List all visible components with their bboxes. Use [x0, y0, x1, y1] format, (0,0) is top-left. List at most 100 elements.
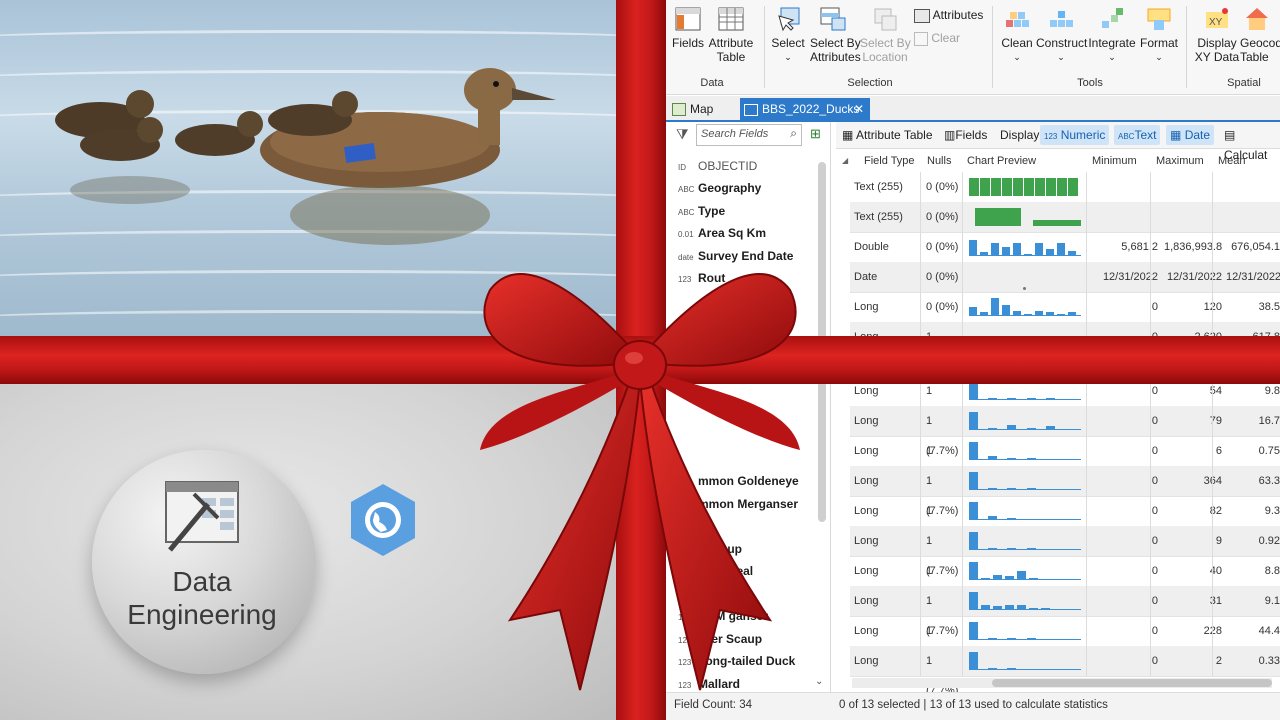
- search-fields-input[interactable]: Search Fields ⌕: [696, 124, 802, 146]
- col-nulls[interactable]: Nulls: [927, 152, 951, 170]
- table-row[interactable]: Long1 (7.7%)060.75: [850, 436, 1280, 487]
- view-tabs: Map BBS_2022_Ducks ✕: [666, 96, 1280, 122]
- table-row[interactable]: Long1 (7.7%)0408.8: [850, 556, 1280, 607]
- cell-type: Date: [854, 271, 878, 283]
- filter-icon[interactable]: ⧩: [676, 126, 689, 143]
- fields-label: Fields: [672, 36, 705, 50]
- cell-border: [1150, 436, 1151, 466]
- cell-border: [1212, 526, 1213, 556]
- fields-button[interactable]: Fields: [672, 6, 704, 50]
- attributes-label: Attributes: [932, 8, 984, 22]
- cell-mean: 8.8: [1264, 565, 1280, 577]
- add-field-icon[interactable]: ⊞: [810, 126, 821, 142]
- col-chart-preview[interactable]: Chart Preview: [967, 152, 1036, 170]
- close-icon[interactable]: ✕: [854, 98, 864, 120]
- svg-text:XY: XY: [1209, 17, 1223, 28]
- format-button[interactable]: Format ⌄: [1138, 6, 1180, 64]
- cell-max: 6: [1215, 445, 1222, 457]
- field-item[interactable]: ID OBJECTID: [678, 159, 757, 173]
- geocode-table-button[interactable]: Geocod Table: [1240, 6, 1280, 64]
- table-row[interactable]: Text (255) 0 (0%): [850, 202, 1280, 233]
- clear-icon: [914, 31, 928, 46]
- cell-border: [1212, 616, 1213, 646]
- col-minimum[interactable]: Minimum: [1092, 152, 1137, 170]
- fields-icon: [675, 6, 701, 32]
- cell-nulls: 0 (0%): [926, 241, 959, 253]
- data-engineering-label: Data Engineering: [92, 565, 312, 631]
- table-row[interactable]: Long 0 (0%) 0 120 38.5: [850, 292, 1280, 323]
- numeric-label: Numeric: [1060, 128, 1106, 142]
- cell-max: 120: [1203, 301, 1222, 313]
- clean-button[interactable]: Clean ⌄: [1000, 6, 1034, 64]
- col-field-type[interactable]: Field Type: [864, 152, 915, 170]
- cell-max: 31: [1209, 595, 1222, 607]
- cell-border: [1150, 292, 1151, 322]
- geocode-table-icon: [1244, 6, 1270, 32]
- table-row[interactable]: Double 0 (0%) 5,681.2 1,836,993.8 676,054.1: [850, 232, 1280, 263]
- chart-bar: [980, 178, 990, 196]
- clear-button[interactable]: Clear: [914, 31, 974, 46]
- chart-baseline: [969, 519, 1081, 520]
- select-by-location-button[interactable]: Select By Location: [860, 6, 911, 64]
- table-row[interactable]: Date 0 (0%) 12/31/2022 12/31/2022 12/31/2022: [850, 262, 1280, 293]
- table-row[interactable]: Long1 (7.7%)0829.3: [850, 496, 1280, 547]
- group-tools-label: Tools: [1077, 77, 1103, 89]
- globe-hexagon-icon: [351, 484, 415, 556]
- attribute-table-tab-label: Attribute Table: [856, 128, 933, 142]
- tab-bbs-2022-ducks[interactable]: BBS_2022_Ducks ✕: [740, 98, 870, 120]
- display-xy-data-button[interactable]: XY Display XY Data: [1194, 6, 1240, 64]
- numeric-icon: 123: [1044, 132, 1058, 141]
- field-item[interactable]: ABC Type: [678, 204, 725, 218]
- field-item[interactable]: 0.01 Area Sq Km: [678, 226, 766, 240]
- table-row[interactable]: Long 1 (7.7%) 0 79 16.7: [850, 406, 1280, 457]
- cell-border: [1086, 526, 1087, 556]
- attributes-button[interactable]: Attributes: [914, 8, 988, 23]
- group-selection-label: Selection: [847, 77, 893, 89]
- table-row[interactable]: Long1 (7.7%)022844.4: [850, 616, 1280, 667]
- construct-button[interactable]: Construct ⌄: [1036, 6, 1087, 64]
- cell-border: [1150, 466, 1151, 496]
- table-row[interactable]: Long 1 (7.7%) 0 364 63.3: [850, 466, 1280, 517]
- attribute-table-tab[interactable]: ▦ Attribute Table: [838, 125, 937, 145]
- table-row[interactable]: Long 1 (7.7%) 0 2 0.33: [850, 646, 1280, 697]
- cell-max: 40: [1209, 565, 1222, 577]
- calculate-button[interactable]: ▤ Calculat: [1220, 125, 1280, 162]
- table-row[interactable]: Long 1 (7.7%) 0 9 0.92: [850, 526, 1280, 577]
- chart-preview: [967, 470, 1083, 492]
- select-by-attributes-button[interactable]: Select By Attributes: [810, 6, 861, 64]
- tab-map[interactable]: Map: [672, 98, 732, 120]
- chart-baseline: [969, 429, 1081, 430]
- attribute-table-button[interactable]: Attribute Table: [706, 6, 756, 64]
- chart-preview: [967, 440, 1083, 462]
- cell-border: [1212, 496, 1213, 526]
- chart-preview: [967, 590, 1083, 612]
- ribbon-separator: [764, 6, 765, 88]
- display-text-toggle[interactable]: ABCText: [1114, 125, 1161, 145]
- display-xy-data-icon: XY: [1204, 6, 1230, 32]
- display-date-toggle[interactable]: ▦ Date: [1166, 125, 1215, 145]
- chart-baseline: [969, 579, 1081, 580]
- chart-baseline: [969, 459, 1081, 460]
- selection-status: 0 of 13 selected | 13 of 13 used to calc…: [839, 699, 1108, 711]
- chart-baseline: [969, 255, 1081, 256]
- table-row[interactable]: Long 1 (7.7%) 0 31 9.1: [850, 586, 1280, 637]
- calculate-icon: ▤: [1224, 128, 1236, 142]
- select-by-attributes-label: Select By Attributes: [810, 36, 861, 64]
- date-label: Date: [1184, 128, 1211, 142]
- integrate-button[interactable]: Integrate ⌄: [1088, 6, 1136, 64]
- field-item[interactable]: ABC Geography: [678, 181, 761, 195]
- cell-border: [920, 526, 921, 556]
- cell-max: 9: [1215, 535, 1222, 547]
- col-mean[interactable]: Mean: [1218, 152, 1246, 170]
- display-numeric-toggle[interactable]: 123 Numeric: [1040, 125, 1110, 145]
- col-maximum[interactable]: Maximum: [1156, 152, 1204, 170]
- select-button[interactable]: Select ⌄: [770, 6, 806, 64]
- chart-bar: [969, 472, 978, 490]
- horizontal-scrollbar[interactable]: [852, 678, 1272, 688]
- fields-tab[interactable]: ▥Fields: [940, 125, 991, 145]
- chart-preview: [967, 500, 1083, 522]
- fields-statistics-grid: ▦ Attribute Table ▥Fields Display: 123 N…: [836, 122, 1280, 697]
- attribute-table-label: Attribute Table: [708, 36, 754, 64]
- cell-border: [1086, 232, 1087, 262]
- table-row[interactable]: Text (255) 0 (0%): [850, 172, 1280, 203]
